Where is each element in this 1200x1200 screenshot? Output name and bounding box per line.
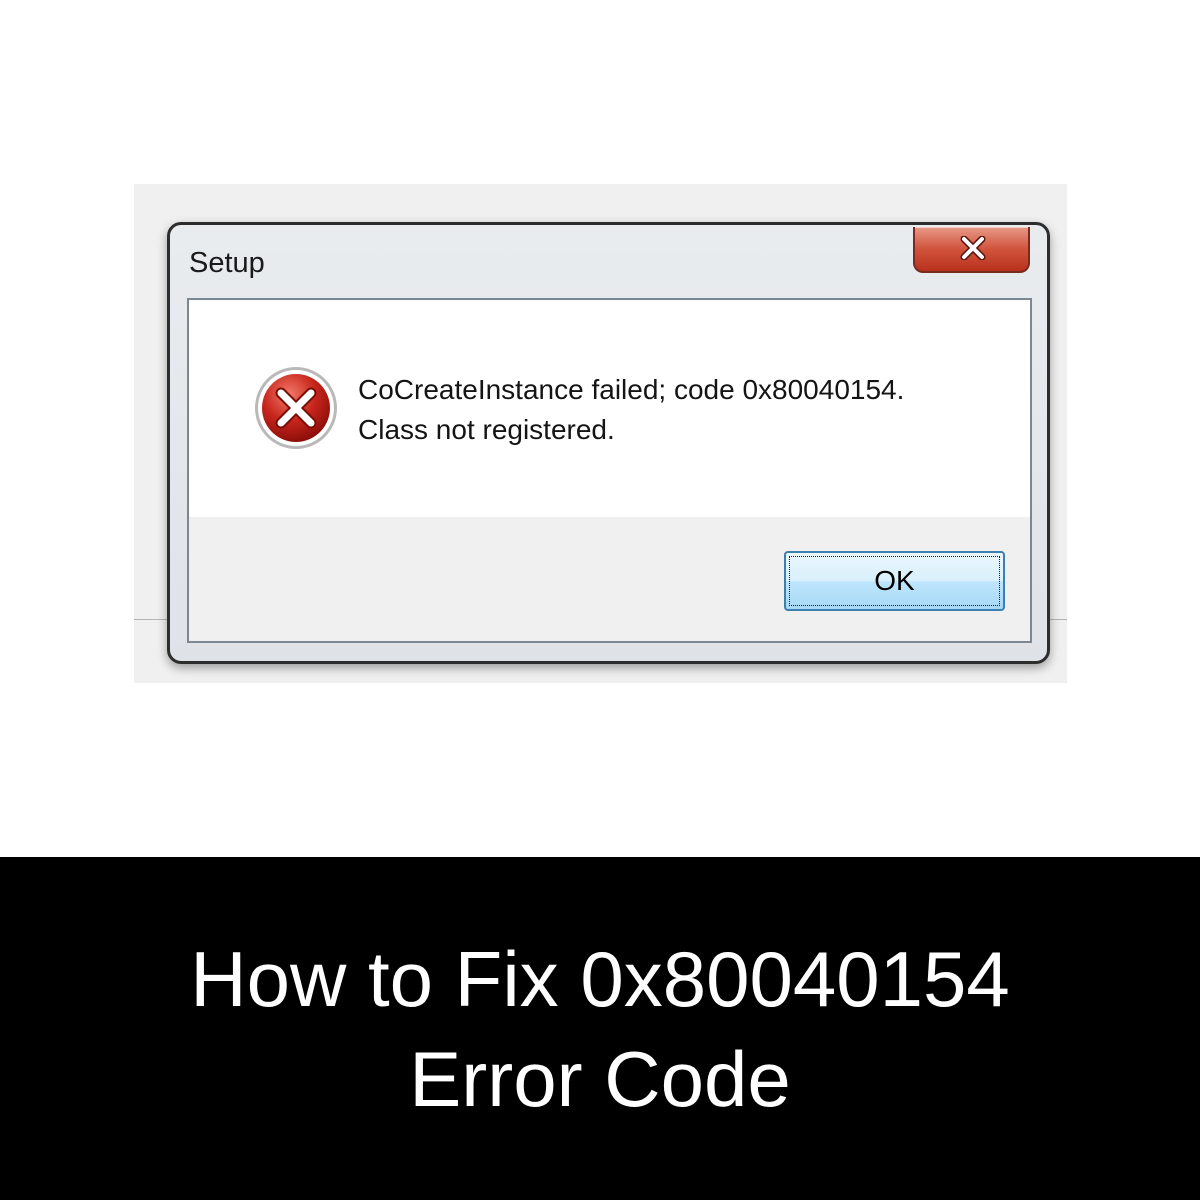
message-line-2: Class not registered. bbox=[358, 414, 615, 445]
setup-dialog: Setup CoCreateInstance failed; code 0x80… bbox=[167, 222, 1050, 664]
caption-line-2: Error Code bbox=[409, 1034, 791, 1123]
error-message: CoCreateInstance failed; code 0x80040154… bbox=[358, 370, 904, 450]
caption-banner: How to Fix 0x80040154 Error Code bbox=[0, 857, 1200, 1200]
caption-line-1: How to Fix 0x80040154 bbox=[190, 934, 1010, 1023]
dialog-client-area: CoCreateInstance failed; code 0x80040154… bbox=[187, 298, 1032, 643]
message-line-1: CoCreateInstance failed; code 0x80040154… bbox=[358, 374, 905, 405]
close-icon bbox=[960, 236, 986, 260]
button-bar: OK bbox=[189, 517, 1030, 641]
close-button[interactable] bbox=[913, 227, 1030, 273]
error-icon bbox=[255, 367, 337, 449]
ok-button[interactable]: OK bbox=[784, 551, 1005, 611]
dialog-title: Setup bbox=[189, 247, 265, 279]
